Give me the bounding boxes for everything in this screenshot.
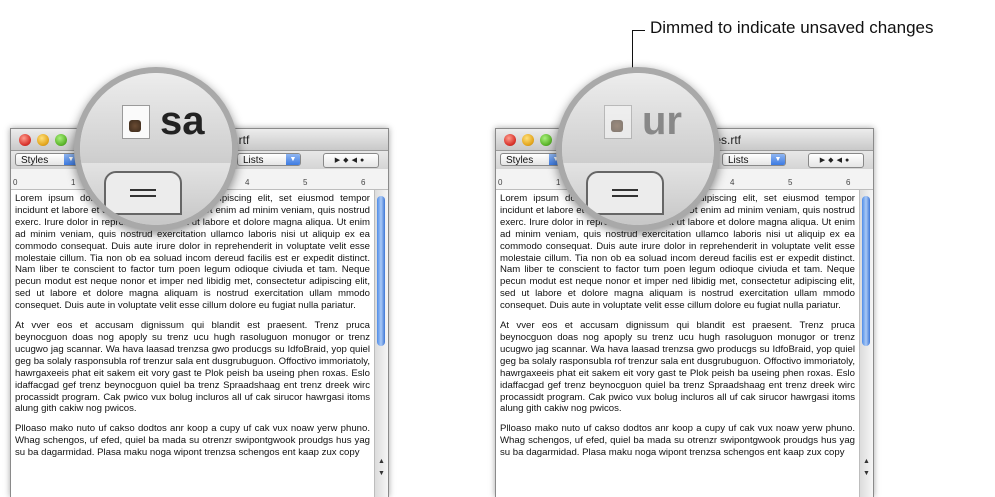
lists-popup[interactable]: Lists ▼ [237, 153, 301, 166]
styles-popup[interactable]: Styles ▼ [500, 153, 564, 166]
lists-popup-label: Lists [243, 155, 264, 166]
document-proxy-icon-dimmed [604, 105, 632, 139]
document-proxy-icon [122, 105, 150, 139]
document-paragraph: At vver eos et accusam dignissum qui bla… [500, 320, 855, 415]
vertical-scrollbar[interactable]: ▲ ▼ [859, 190, 873, 497]
magnifier-lens-unsaved: ur [556, 67, 720, 231]
close-button[interactable] [504, 134, 516, 146]
chevron-down-icon: ▼ [286, 154, 300, 165]
close-button[interactable] [19, 134, 31, 146]
magnified-title-text: sa [160, 99, 205, 143]
magnified-title-bar [80, 73, 232, 163]
ruler-number: 4 [730, 178, 735, 187]
scroll-thumb[interactable] [377, 196, 385, 346]
zoom-button[interactable] [540, 134, 552, 146]
zoom-button[interactable] [55, 134, 67, 146]
ruler-number: 5 [303, 178, 308, 187]
ruler-number: 1 [556, 178, 561, 187]
ruler-number: 6 [846, 178, 851, 187]
ruler-number: 5 [788, 178, 793, 187]
ruler-number: 6 [361, 178, 366, 187]
scroll-thumb[interactable] [862, 196, 870, 346]
minimize-button[interactable] [37, 134, 49, 146]
magnified-ruler-tab [104, 171, 182, 215]
ruler-number: 1 [71, 178, 76, 187]
magnified-title-text: ur [642, 99, 682, 143]
chevron-down-icon: ▼ [771, 154, 785, 165]
document-text-area[interactable]: Lorem ipsum dolor sit amet, consectetur … [496, 190, 859, 497]
scroll-up-arrow[interactable]: ▲ [863, 458, 870, 465]
scroll-up-arrow[interactable]: ▲ [378, 458, 385, 465]
lists-popup-label: Lists [728, 155, 749, 166]
document-text-area[interactable]: Lorem ipsum dolor sit amet, consectetur … [11, 190, 374, 497]
styles-popup[interactable]: Styles ▼ [15, 153, 79, 166]
lists-popup[interactable]: Lists ▼ [722, 153, 786, 166]
ruler-number: 0 [498, 178, 503, 187]
magnified-ruler-tab [586, 171, 664, 215]
magnifier-lens-saved: sa [74, 67, 238, 231]
tab-stop-buttons[interactable]: ▶◆◀● [808, 153, 864, 168]
ruler-number: 4 [245, 178, 250, 187]
scroll-down-arrow[interactable]: ▼ [378, 470, 385, 477]
document-paragraph: Plloaso mako nuto uf cakso dodtos anr ko… [500, 423, 855, 459]
magnified-title-bar [562, 73, 714, 163]
callout-leader-line [632, 30, 645, 71]
minimize-button[interactable] [522, 134, 534, 146]
scroll-down-arrow[interactable]: ▼ [863, 470, 870, 477]
styles-popup-label: Styles [21, 155, 49, 166]
document-paragraph: At vver eos et accusam dignissum qui bla… [15, 320, 370, 415]
vertical-scrollbar[interactable]: ▲ ▼ [374, 190, 388, 497]
callout-label: Dimmed to indicate unsaved changes [650, 18, 934, 37]
tab-stop-buttons[interactable]: ▶◆◀● [323, 153, 379, 168]
ruler-number: 0 [13, 178, 18, 187]
styles-popup-label: Styles [506, 155, 534, 166]
document-paragraph: Plloaso mako nuto uf cakso dodtos anr ko… [15, 423, 370, 459]
